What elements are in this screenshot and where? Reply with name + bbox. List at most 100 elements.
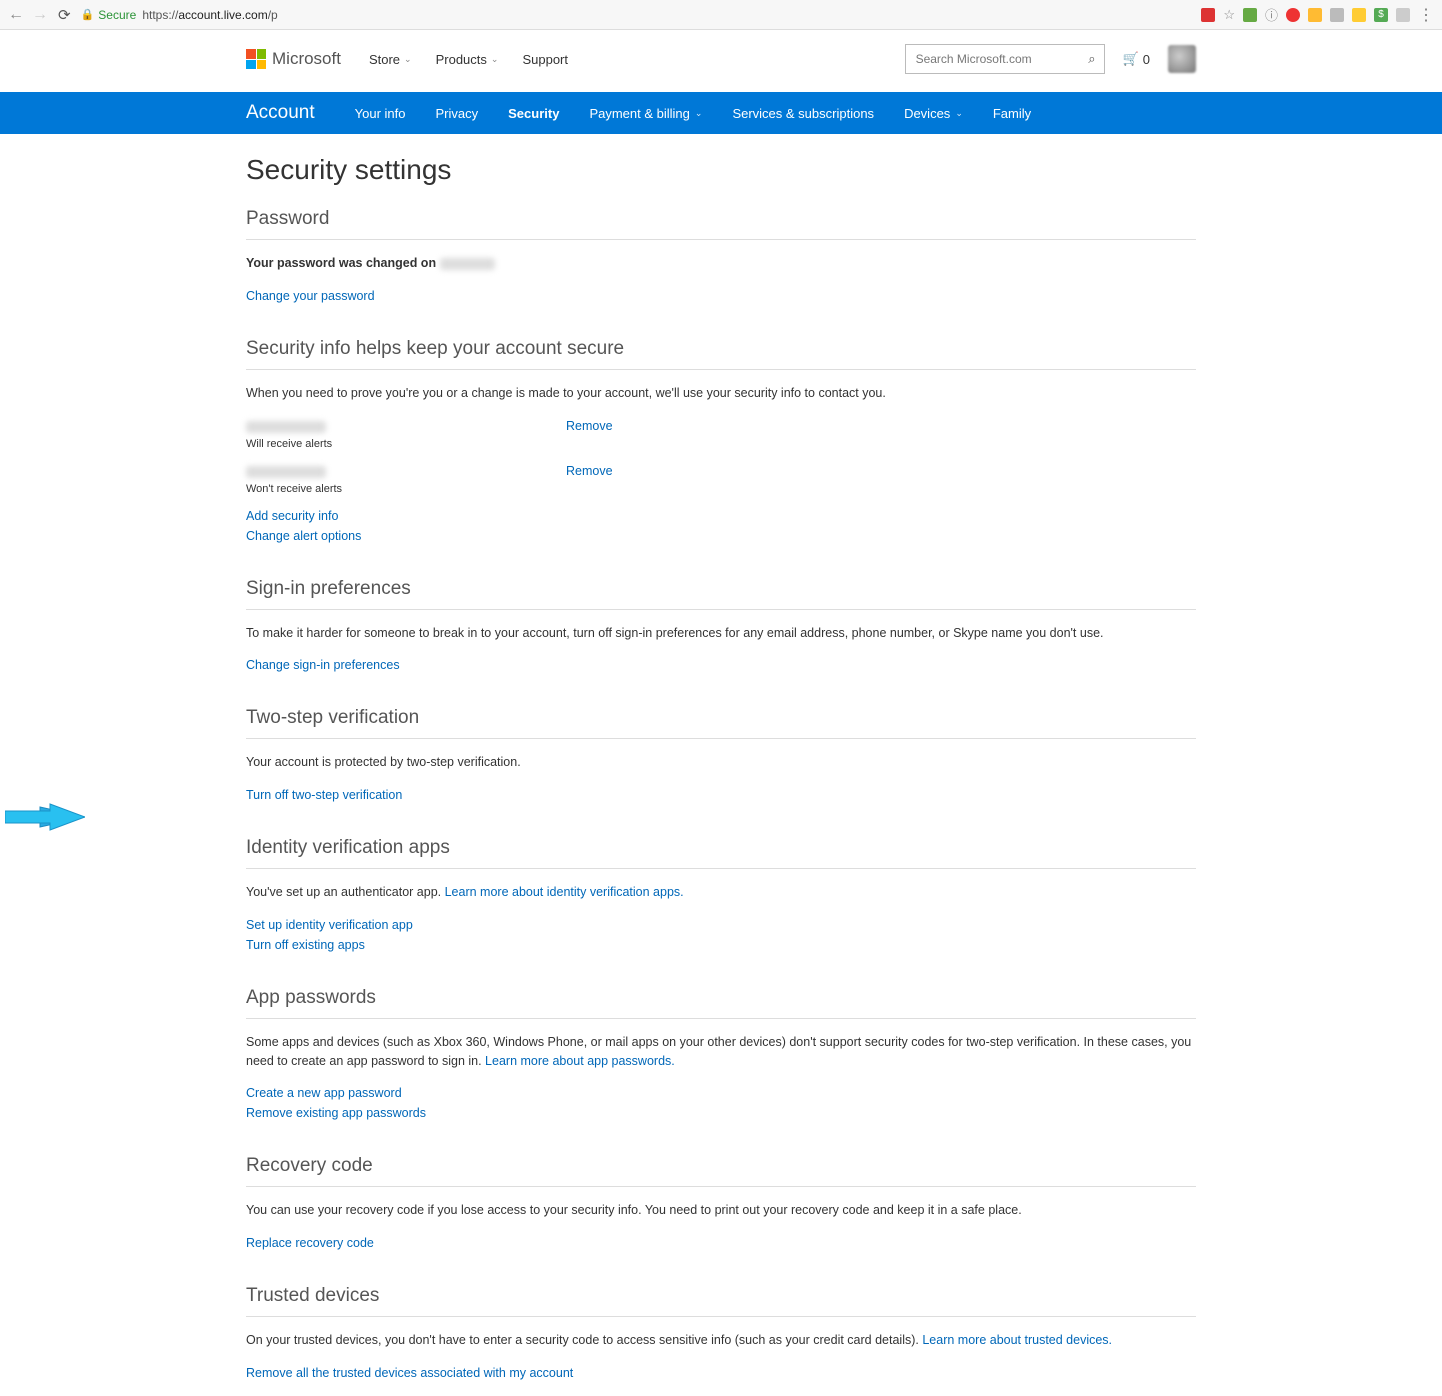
trusted-body: On your trusted devices, you don't have …: [246, 1331, 1196, 1350]
section-title: Trusted devices: [246, 1285, 1196, 1317]
extension-icon[interactable]: [1286, 8, 1300, 22]
section-two-step: Two-step verification Your account is pr…: [246, 707, 1196, 802]
back-button[interactable]: ←: [8, 6, 24, 24]
security-info-item: xxxxxxxxxx Remove Won't receive alerts: [246, 464, 1196, 495]
search-icon[interactable]: ⌕: [1088, 51, 1095, 67]
chevron-down-icon: ⌄: [695, 108, 703, 119]
lock-icon: 🔒: [81, 8, 95, 21]
account-title[interactable]: Account: [246, 102, 315, 124]
learn-identity-apps-link[interactable]: Learn more about identity verification a…: [445, 883, 684, 902]
browser-toolbar: ← → ⟳ 🔒 Secure https://account.live.com/…: [0, 0, 1442, 30]
section-identity-apps: Identity verification apps You've set up…: [246, 837, 1196, 952]
turn-off-existing-apps-link[interactable]: Turn off existing apps: [246, 938, 1196, 952]
logo-text: Microsoft: [272, 49, 341, 69]
remove-link[interactable]: Remove: [566, 419, 613, 433]
section-title: Security info helps keep your account se…: [246, 338, 1196, 370]
chevron-down-icon: ⌄: [404, 54, 412, 65]
info-icon[interactable]: ⓘ: [1265, 5, 1278, 24]
apppass-body: Some apps and devices (such as Xbox 360,…: [246, 1033, 1196, 1071]
section-title: Recovery code: [246, 1155, 1196, 1187]
change-alert-options-link[interactable]: Change alert options: [246, 529, 1196, 543]
extension-icon[interactable]: [1330, 8, 1344, 22]
reload-button[interactable]: ⟳: [58, 6, 71, 24]
redacted-date: xxxxxxx: [440, 258, 495, 270]
site-header: Microsoft Store⌄ Products⌄ Support Searc…: [246, 30, 1196, 82]
extension-icon[interactable]: [1308, 8, 1322, 22]
search-placeholder: Search Microsoft.com: [916, 52, 1032, 66]
twostep-body: Your account is protected by two-step ve…: [246, 753, 1196, 772]
star-icon[interactable]: ☆: [1223, 7, 1235, 23]
section-recovery-code: Recovery code You can use your recovery …: [246, 1155, 1196, 1250]
nav-arrows: ← →: [8, 6, 48, 24]
nav-family[interactable]: Family: [993, 106, 1031, 121]
learn-app-passwords-link[interactable]: Learn more about app passwords.: [485, 1052, 675, 1071]
forward-button[interactable]: →: [32, 6, 48, 24]
identity-body: You've set up an authenticator app. Lear…: [246, 883, 1196, 902]
microsoft-logo[interactable]: Microsoft: [246, 49, 341, 69]
learn-trusted-devices-link[interactable]: Learn more about trusted devices.: [922, 1331, 1112, 1350]
extension-icon[interactable]: $: [1374, 8, 1388, 22]
nav-payment-billing[interactable]: Payment & billing⌄: [589, 106, 702, 121]
chevron-down-icon: ⌄: [955, 108, 963, 119]
cart-icon: 🛒: [1123, 51, 1139, 67]
browser-extensions: ☆ ⓘ $ ⋮: [1201, 5, 1434, 25]
security-info-body: When you need to prove you're you or a c…: [246, 384, 1196, 403]
nav-devices[interactable]: Devices⌄: [904, 106, 963, 121]
page-title: Security settings: [246, 154, 1196, 186]
nav-services-subscriptions[interactable]: Services & subscriptions: [732, 106, 874, 121]
section-signin-preferences: Sign-in preferences To make it harder fo…: [246, 578, 1196, 673]
recovery-body: You can use your recovery code if you lo…: [246, 1201, 1196, 1220]
alert-status: Won't receive alerts: [246, 483, 1196, 495]
top-nav-support[interactable]: Support: [522, 52, 568, 67]
change-password-link[interactable]: Change your password: [246, 289, 1196, 303]
signin-body: To make it harder for someone to break i…: [246, 624, 1196, 643]
alert-status: Will receive alerts: [246, 438, 1196, 450]
chevron-down-icon: ⌄: [491, 54, 499, 65]
redacted-contact: xxxxxxxxxx: [246, 421, 326, 433]
cart-button[interactable]: 🛒 0: [1123, 51, 1150, 67]
change-signin-preferences-link[interactable]: Change sign-in preferences: [246, 658, 1196, 672]
top-nav-products[interactable]: Products⌄: [436, 52, 499, 67]
avatar[interactable]: [1168, 45, 1196, 73]
secure-label: Secure: [98, 8, 136, 22]
password-changed-text: Your password was changed on xxxxxxx: [246, 254, 1196, 273]
section-title: Sign-in preferences: [246, 578, 1196, 610]
section-title: Two-step verification: [246, 707, 1196, 739]
search-input[interactable]: Search Microsoft.com ⌕: [905, 44, 1105, 74]
secure-indicator: 🔒 Secure: [81, 8, 137, 22]
account-nav-bar: Account Your info Privacy Security Payme…: [0, 92, 1442, 134]
redacted-contact: xxxxxxxxxx: [246, 466, 326, 478]
section-title: Password: [246, 208, 1196, 240]
section-password: Password Your password was changed on xx…: [246, 208, 1196, 303]
cart-count: 0: [1143, 52, 1150, 67]
remove-trusted-devices-link[interactable]: Remove all the trusted devices associate…: [246, 1366, 1196, 1380]
turn-off-two-step-link[interactable]: Turn off two-step verification: [246, 788, 1196, 802]
microsoft-logo-icon: [246, 49, 266, 69]
extension-icon[interactable]: [1201, 8, 1215, 22]
main-content: Security settings Password Your password…: [246, 134, 1196, 1380]
annotation-arrow: [5, 802, 85, 832]
remove-link[interactable]: Remove: [566, 464, 613, 478]
remove-app-passwords-link[interactable]: Remove existing app passwords: [246, 1106, 1196, 1120]
extension-icon[interactable]: [1396, 8, 1410, 22]
section-title: App passwords: [246, 987, 1196, 1019]
top-nav-store[interactable]: Store⌄: [369, 52, 412, 67]
create-app-password-link[interactable]: Create a new app password: [246, 1086, 1196, 1100]
add-security-info-link[interactable]: Add security info: [246, 509, 1196, 523]
nav-privacy[interactable]: Privacy: [436, 106, 479, 121]
section-title: Identity verification apps: [246, 837, 1196, 869]
nav-your-info[interactable]: Your info: [355, 106, 406, 121]
extension-icon[interactable]: [1243, 8, 1257, 22]
url-text: https://account.live.com/p: [142, 8, 277, 22]
security-info-item: xxxxxxxxxx Remove Will receive alerts: [246, 419, 1196, 450]
nav-security[interactable]: Security: [508, 106, 559, 121]
browser-menu-icon[interactable]: ⋮: [1418, 5, 1434, 25]
address-bar[interactable]: 🔒 Secure https://account.live.com/p: [81, 8, 1192, 22]
replace-recovery-code-link[interactable]: Replace recovery code: [246, 1236, 1196, 1250]
extension-icon[interactable]: [1352, 8, 1366, 22]
top-nav: Store⌄ Products⌄ Support: [369, 52, 568, 67]
section-app-passwords: App passwords Some apps and devices (suc…: [246, 987, 1196, 1121]
section-trusted-devices: Trusted devices On your trusted devices,…: [246, 1285, 1196, 1380]
section-security-info: Security info helps keep your account se…: [246, 338, 1196, 543]
setup-identity-app-link[interactable]: Set up identity verification app: [246, 918, 1196, 932]
